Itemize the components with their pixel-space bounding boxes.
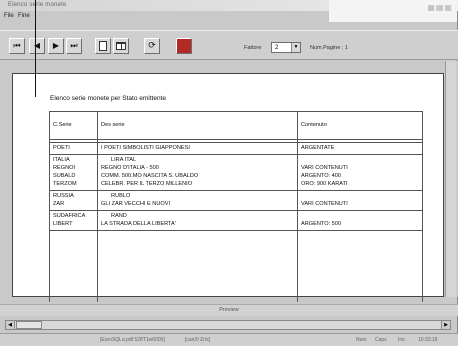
first-page-button[interactable]: ⏮ bbox=[9, 38, 25, 54]
table-cell: VARI CONTENUTI bbox=[301, 201, 348, 207]
column-separator bbox=[49, 111, 50, 302]
last-page-icon: ⏭ bbox=[70, 41, 78, 50]
status-info: [can/0 Zr/s] bbox=[185, 337, 211, 343]
menu-fine[interactable]: Fine bbox=[18, 13, 30, 19]
scroll-left-icon[interactable]: ◀ bbox=[6, 321, 15, 329]
refresh-icon: ⟳ bbox=[148, 40, 156, 51]
two-pages-button[interactable] bbox=[113, 38, 129, 54]
zoom-select[interactable]: 2 ▼ bbox=[271, 42, 301, 53]
status-num: Num bbox=[356, 337, 367, 343]
table-cell: RUBLO bbox=[111, 193, 131, 199]
desktop-background: ▦▦▦ bbox=[329, 0, 457, 22]
status-file: [EuroSQLa.pdf 528T1w6000] bbox=[100, 337, 165, 343]
refresh-button[interactable]: ⟳ bbox=[144, 38, 160, 54]
book-icon bbox=[116, 42, 126, 50]
annotation-pointer-line bbox=[35, 0, 36, 97]
page-count-label: Num.Pagine : 1 bbox=[310, 45, 348, 51]
status-ins: Ins bbox=[398, 337, 405, 343]
table-bottom-border bbox=[49, 230, 423, 231]
table-cell: LIBERT bbox=[53, 221, 73, 227]
table-cell: TERZOM bbox=[53, 181, 77, 187]
table-border bbox=[49, 111, 423, 112]
table-cell: REGNO D'ITALIA - 500 bbox=[101, 165, 159, 171]
status-caps: Caps bbox=[375, 337, 387, 343]
column-separator bbox=[422, 111, 423, 302]
menu-file[interactable]: File bbox=[4, 13, 14, 19]
next-page-icon: ▶ bbox=[52, 41, 60, 50]
preview-label: Preview bbox=[219, 307, 239, 313]
column-header: C.Serie bbox=[53, 122, 72, 128]
group-divider bbox=[49, 190, 423, 191]
application-window: Elenco serie monete – □ × ▦▦▦ File Fine … bbox=[0, 0, 458, 346]
table-cell: GLI ZAR VECCHI E NUOVI bbox=[101, 201, 171, 207]
next-page-button[interactable]: ▶ bbox=[48, 38, 64, 54]
table-cell: ARGENTO: 400 bbox=[301, 173, 342, 179]
first-page-icon: ⏮ bbox=[13, 41, 21, 50]
scroll-thumb[interactable] bbox=[16, 321, 42, 329]
table-cell: VARI CONTENUTI bbox=[301, 165, 348, 171]
vertical-scrollbar[interactable] bbox=[445, 61, 456, 297]
horizontal-scrollbar[interactable]: ◀ ▶ bbox=[5, 320, 451, 330]
table-cell: REGNOI bbox=[53, 165, 76, 171]
table-cell: ITALIA bbox=[53, 157, 70, 163]
scroll-right-icon[interactable]: ▶ bbox=[441, 321, 450, 329]
window-title: Elenco serie monete bbox=[8, 2, 67, 8]
table-cell: LA STRADA DELLA LIBERTA' bbox=[101, 221, 176, 227]
table-cell: I POETI SIMBOLISTI GIAPPONESI bbox=[101, 145, 190, 151]
table-cell: COMM. 500.MO NASCITA S. UBALDO bbox=[101, 173, 199, 179]
group-divider bbox=[49, 210, 423, 211]
chevron-down-icon[interactable]: ▼ bbox=[291, 43, 300, 52]
table-cell: POETI bbox=[53, 145, 70, 151]
zoom-value: 2 bbox=[275, 44, 279, 51]
zoom-label: Fattore bbox=[244, 45, 262, 51]
table-cell: ZAR bbox=[53, 201, 65, 207]
previous-page-button[interactable]: ◀ bbox=[29, 38, 45, 54]
table-cell: LIRA ITAL bbox=[111, 157, 137, 163]
table-cell: ORO: 900 KARATI bbox=[301, 181, 348, 187]
last-page-button[interactable]: ⏭ bbox=[66, 38, 82, 54]
stop-icon: ■ bbox=[180, 41, 188, 50]
preview-bar: Preview bbox=[0, 304, 458, 316]
group-divider bbox=[49, 142, 423, 143]
desktop-grid-icon: ▦▦▦ bbox=[427, 3, 453, 12]
table-cell: ARGENTO: 500 bbox=[301, 221, 342, 227]
table-cell: ARGENTATE bbox=[301, 145, 335, 151]
menu-bar: File Fine bbox=[0, 12, 330, 22]
table-cell: RUSSIA bbox=[53, 193, 74, 199]
column-header: Contenuto bbox=[301, 122, 327, 128]
table-cell: SUDAFRICA bbox=[53, 213, 86, 219]
column-header: Des serie bbox=[101, 122, 125, 128]
table-divider bbox=[49, 139, 423, 140]
group-divider bbox=[49, 154, 423, 155]
page-icon bbox=[99, 41, 107, 51]
status-bar: [EuroSQLa.pdf 528T1w6000] [can/0 Zr/s] N… bbox=[0, 333, 458, 346]
status-time: 10:33:18 bbox=[418, 337, 438, 343]
stop-button[interactable]: ■ bbox=[176, 38, 192, 54]
report-table: C.Serie Des serie Contenuto POETI I POETI SI… bbox=[49, 111, 423, 302]
table-cell: CELEBR. PER IL TERZO MILLENIO bbox=[101, 181, 193, 187]
table-cell: SUBALD bbox=[53, 173, 76, 179]
single-page-button[interactable] bbox=[95, 38, 111, 54]
column-separator bbox=[97, 111, 98, 302]
table-cell: RAND bbox=[111, 213, 127, 219]
toolbar: ⏮ ◀ ▶ ⏭ ⟳ ■ Fattore 2 ▼ Num.Pagine : 1 bbox=[0, 30, 458, 60]
column-separator bbox=[297, 111, 298, 302]
report-title: Elenco serie monete per Stato emittente bbox=[50, 95, 166, 102]
